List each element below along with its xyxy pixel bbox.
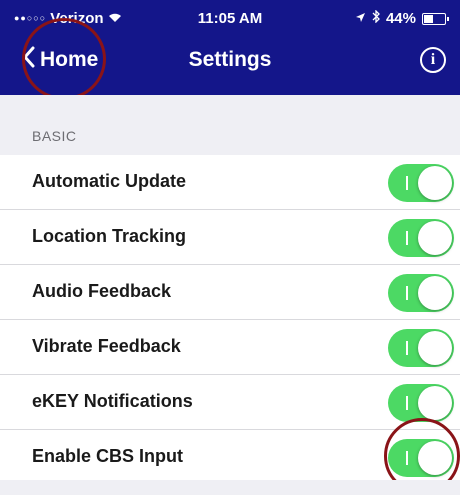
toggle-knob	[418, 441, 452, 475]
setting-label: Enable CBS Input	[32, 446, 184, 466]
enable-cbs-input-toggle[interactable]	[388, 439, 454, 477]
top-bar: ●●○○○Verizon 11:05 AM 44% Home Settings	[0, 0, 460, 95]
status-bar: ●●○○○ Verizon 11:05 AM 44%	[0, 0, 460, 34]
toggle-knob	[418, 276, 452, 310]
toggle-on-indicator	[406, 286, 408, 300]
setting-row-enable-cbs-input: Enable CBS Input	[0, 430, 460, 484]
battery-percent: 44%	[385, 10, 416, 27]
page-title: Settings	[188, 48, 272, 71]
audio-feedback-toggle[interactable]	[388, 274, 454, 312]
setting-row-location-tracking: Location Tracking	[0, 210, 460, 265]
vibrate-feedback-toggle[interactable]	[388, 329, 454, 367]
setting-row-automatic-update: Automatic Update	[0, 155, 460, 210]
toggle-knob	[418, 166, 452, 200]
setting-label: Location Tracking	[32, 226, 187, 246]
info-icon: i	[430, 51, 436, 68]
section-header: BASIC	[32, 128, 77, 144]
ekey-notifications-toggle[interactable]	[388, 384, 454, 422]
location-arrow-icon	[355, 10, 366, 27]
automatic-update-toggle[interactable]	[388, 164, 454, 202]
setting-label: Audio Feedback	[32, 281, 172, 301]
setting-label: eKEY Notifications	[32, 391, 193, 411]
toggle-on-indicator	[406, 451, 408, 465]
toggle-on-indicator	[406, 176, 408, 190]
toggle-knob	[418, 221, 452, 255]
list-footer-background	[0, 480, 460, 495]
toggle-on-indicator	[406, 341, 408, 355]
status-right: 44%	[355, 9, 449, 27]
navigation-bar: Home Settings i	[0, 34, 460, 92]
toggle-on-indicator	[406, 396, 408, 410]
battery-fill	[424, 14, 433, 23]
toggle-knob	[418, 331, 452, 365]
location-tracking-toggle[interactable]	[388, 219, 454, 257]
setting-row-audio-feedback: Audio Feedback	[0, 265, 460, 320]
section-header-background	[0, 95, 460, 155]
toggle-on-indicator	[406, 231, 408, 245]
settings-list: Automatic Update Location Tracking Audio…	[0, 155, 460, 484]
setting-row-vibrate-feedback: Vibrate Feedback	[0, 320, 460, 375]
setting-label: Vibrate Feedback	[32, 336, 181, 356]
toggle-knob	[418, 386, 452, 420]
setting-row-ekey-notifications: eKEY Notifications	[0, 375, 460, 430]
setting-label: Automatic Update	[32, 171, 187, 191]
info-button[interactable]: i	[420, 47, 446, 73]
battery-icon	[422, 12, 449, 25]
bluetooth-icon	[372, 9, 380, 27]
